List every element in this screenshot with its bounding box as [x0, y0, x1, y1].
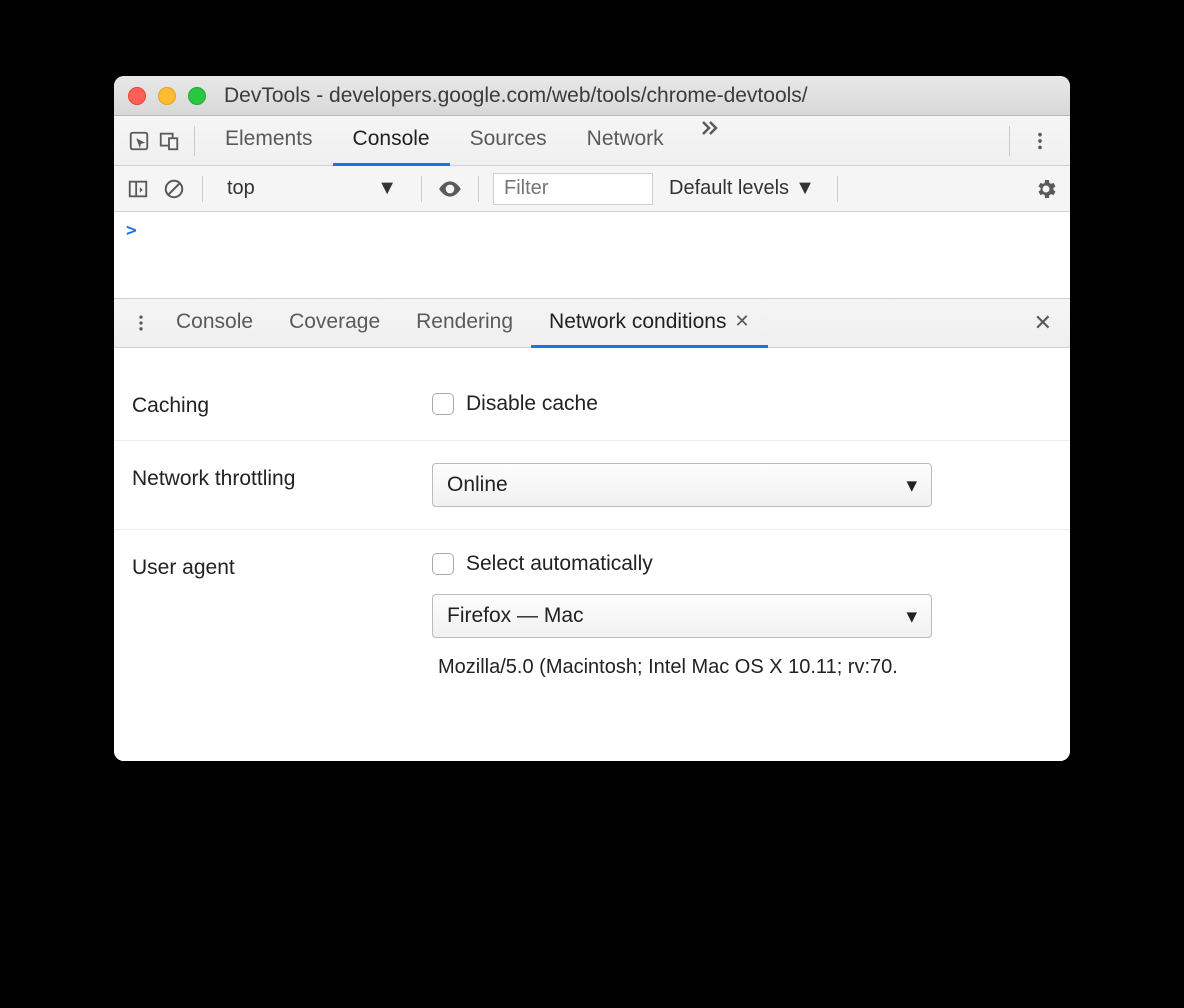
drawer-menu-icon[interactable]: [124, 313, 158, 333]
devtools-window: DevTools - developers.google.com/web/too…: [114, 76, 1070, 761]
console-body[interactable]: >: [114, 212, 1070, 298]
tab-elements[interactable]: Elements: [205, 116, 333, 166]
zoom-window-button[interactable]: [188, 87, 206, 105]
filter-input[interactable]: [493, 173, 653, 205]
more-tabs-icon[interactable]: [684, 116, 732, 166]
chevron-down-icon: ▼: [795, 177, 815, 200]
ua-string: Mozilla/5.0 (Macintosh; Intel Mac OS X 1…: [432, 656, 898, 679]
console-toolbar: top ▼ Default levels ▼: [114, 166, 1070, 212]
disable-cache-checkbox[interactable]: [432, 393, 454, 415]
inspect-icon[interactable]: [124, 116, 154, 166]
main-toolbar: Elements Console Sources Network: [114, 116, 1070, 166]
user-agent-row: User agent Select automatically Firefox …: [114, 530, 1070, 701]
ua-preset-select[interactable]: Firefox — Mac ▾: [432, 594, 932, 638]
minimize-window-button[interactable]: [158, 87, 176, 105]
user-agent-label: User agent: [132, 552, 432, 580]
tab-sources[interactable]: Sources: [450, 116, 567, 166]
disable-cache-checkbox-line[interactable]: Disable cache: [432, 392, 598, 416]
separator: [202, 176, 203, 202]
drawer-tabs: Console Coverage Rendering Network condi…: [114, 298, 1070, 348]
close-window-button[interactable]: [128, 87, 146, 105]
levels-label: Default levels: [669, 177, 789, 200]
throttling-label: Network throttling: [132, 463, 432, 491]
console-sidebar-toggle-icon[interactable]: [124, 175, 152, 203]
drawer-tab-network-conditions[interactable]: Network conditions ✕: [531, 298, 768, 348]
throttling-select[interactable]: Online ▾: [432, 463, 932, 507]
traffic-lights: [128, 87, 206, 105]
separator: [194, 126, 195, 156]
device-toggle-icon[interactable]: [154, 116, 184, 166]
console-settings-icon[interactable]: [1032, 175, 1060, 203]
throttling-value: Online: [447, 473, 508, 497]
drawer-tab-coverage[interactable]: Coverage: [271, 298, 398, 348]
separator: [421, 176, 422, 202]
network-conditions-panel: Caching Disable cache Network throttling…: [114, 348, 1070, 761]
ua-auto-checkbox[interactable]: [432, 553, 454, 575]
drawer-tab-console[interactable]: Console: [158, 298, 271, 348]
caching-label: Caching: [132, 390, 432, 418]
ua-auto-checkbox-line[interactable]: Select automatically: [432, 552, 653, 576]
separator: [478, 176, 479, 202]
drawer-tab-label: Network conditions: [549, 310, 726, 334]
close-drawer-icon[interactable]: ✕: [1026, 310, 1060, 336]
ua-preset-value: Firefox — Mac: [447, 604, 584, 628]
context-value: top: [227, 177, 255, 200]
main-tabs: Elements Console Sources Network: [205, 116, 999, 166]
log-levels-select[interactable]: Default levels ▼: [661, 177, 823, 200]
ua-auto-label: Select automatically: [466, 552, 653, 576]
settings-menu-icon[interactable]: [1020, 130, 1060, 152]
tab-console[interactable]: Console: [333, 116, 450, 166]
chevron-down-icon: ▾: [906, 604, 917, 629]
throttling-row: Network throttling Online ▾: [114, 441, 1070, 530]
tab-network[interactable]: Network: [567, 116, 684, 166]
chevron-down-icon: ▼: [377, 177, 397, 200]
clear-console-icon[interactable]: [160, 175, 188, 203]
titlebar: DevTools - developers.google.com/web/too…: [114, 76, 1070, 116]
chevron-down-icon: ▾: [906, 473, 917, 498]
separator: [1009, 126, 1010, 156]
window-title: DevTools - developers.google.com/web/too…: [224, 84, 808, 108]
close-tab-icon[interactable]: ✕: [734, 311, 749, 332]
live-expression-icon[interactable]: [436, 175, 464, 203]
separator: [837, 176, 838, 202]
drawer-tab-rendering[interactable]: Rendering: [398, 298, 531, 348]
context-select[interactable]: top ▼: [217, 174, 407, 204]
console-prompt: >: [126, 220, 137, 241]
disable-cache-label: Disable cache: [466, 392, 598, 416]
caching-row: Caching Disable cache: [114, 368, 1070, 441]
